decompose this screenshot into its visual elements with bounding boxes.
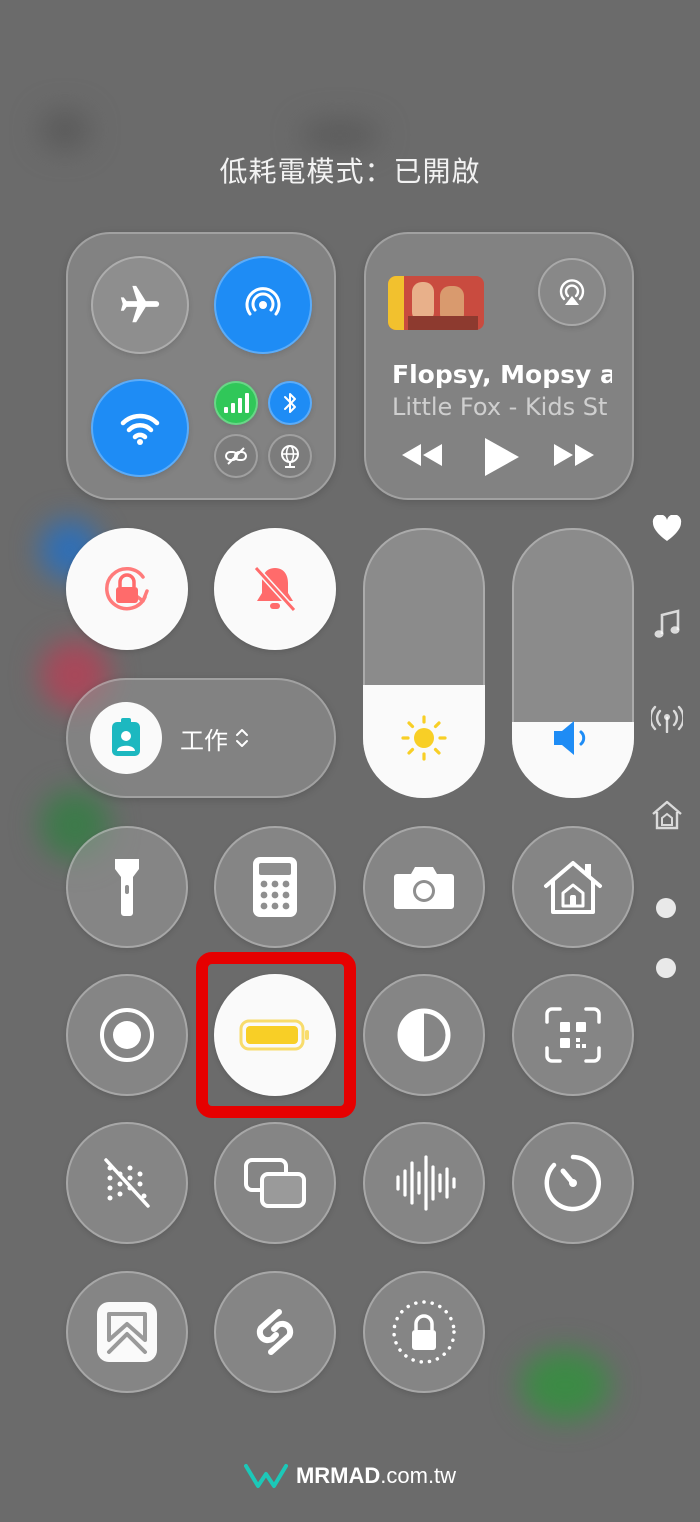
silent-mode-button[interactable]: [214, 528, 336, 650]
shazam-icon: [256, 1309, 294, 1355]
waveform-icon: [396, 1155, 456, 1211]
fast-forward-button[interactable]: [552, 440, 596, 470]
track-artist: Little Fox - Kids St: [392, 393, 608, 421]
low-power-status: 低耗電模式：已開啟: [219, 155, 481, 188]
globe-icon: [281, 445, 299, 468]
favorites-page-button[interactable]: [650, 512, 684, 546]
calculator-icon: [253, 857, 297, 917]
bluetooth-button[interactable]: [268, 381, 312, 425]
speaker-icon: [550, 718, 596, 758]
volume-slider[interactable]: [512, 528, 634, 798]
focus-button[interactable]: 工作: [66, 678, 336, 798]
airplane-mode-button[interactable]: [91, 256, 189, 354]
camera-icon: [394, 867, 454, 909]
airplay-icon: [559, 279, 585, 305]
personal-hotspot-button[interactable]: [214, 434, 258, 478]
screen-recording-button[interactable]: [66, 974, 188, 1096]
hearing-off-icon: [104, 1158, 150, 1208]
track-title: Flopsy, Mopsy an: [392, 360, 612, 389]
link-off-icon: [225, 447, 247, 465]
connectivity-page-button[interactable]: [650, 702, 684, 736]
app-shortcut-icon: [97, 1302, 157, 1362]
fast-forward-icon: [554, 444, 594, 466]
vpn-button[interactable]: [268, 434, 312, 478]
focus-mode-label: 工作: [180, 726, 228, 755]
brightness-slider[interactable]: [363, 528, 485, 798]
stage-manager-button[interactable]: [214, 1122, 336, 1244]
voice-memos-button[interactable]: [363, 1122, 485, 1244]
record-icon: [100, 1008, 154, 1062]
calculator-button[interactable]: [214, 826, 336, 948]
flashlight-button[interactable]: [66, 826, 188, 948]
home-page-button[interactable]: [650, 798, 684, 832]
focus-icon-circle: [90, 702, 162, 774]
rewind-icon: [402, 444, 442, 466]
bluetooth-icon: [284, 393, 296, 413]
wifi-icon: [120, 413, 160, 445]
rotation-lock-icon: [105, 566, 149, 611]
airdrop-button[interactable]: [214, 256, 312, 354]
hearing-aids-button[interactable]: [66, 1122, 188, 1244]
lock-icon: [392, 1300, 456, 1364]
windows-icon: [244, 1158, 306, 1208]
shazam-button[interactable]: [214, 1271, 336, 1393]
airdrop-icon: [245, 287, 281, 316]
antenna-icon: [651, 705, 683, 733]
id-badge-icon: [112, 718, 140, 756]
music-note-icon: [654, 609, 680, 638]
heart-icon: [652, 515, 682, 541]
highlight-box: [196, 952, 356, 1118]
page-dot[interactable]: [656, 958, 676, 978]
music-page-button[interactable]: [650, 608, 684, 642]
focus-chevron-icon: [234, 726, 250, 750]
lock-screen-button[interactable]: [363, 1271, 485, 1393]
timer-button[interactable]: [512, 1122, 634, 1244]
watermark-text: MRMAD.com.tw: [295, 1463, 457, 1488]
code-scanner-button[interactable]: [512, 974, 634, 1096]
mrmad-logo-icon: [243, 1464, 288, 1488]
rewind-button[interactable]: [400, 440, 444, 470]
orientation-lock-button[interactable]: [66, 528, 188, 650]
remote-bookmark-button[interactable]: [66, 1271, 188, 1393]
wifi-button[interactable]: [91, 379, 189, 477]
album-artwork: [388, 276, 484, 330]
cellular-signal-icon: [224, 393, 249, 413]
page-dot[interactable]: [656, 898, 676, 918]
camera-button[interactable]: [363, 826, 485, 948]
home-icon: [544, 861, 602, 914]
airplay-button[interactable]: [538, 258, 606, 326]
watermark: MRMAD.com.tw: [0, 1462, 700, 1490]
sun-icon: [400, 714, 448, 762]
dark-mode-button[interactable]: [363, 974, 485, 1096]
airplane-icon: [120, 285, 160, 323]
flashlight-icon: [115, 859, 139, 916]
qr-scanner-icon: [545, 1007, 601, 1063]
home-icon: [652, 800, 682, 830]
home-button[interactable]: [512, 826, 634, 948]
cellular-button[interactable]: [214, 381, 258, 425]
timer-icon: [544, 1154, 601, 1212]
play-icon: [485, 438, 519, 476]
bell-slash-icon: [253, 565, 297, 613]
contrast-icon: [397, 1008, 451, 1062]
play-button[interactable]: [481, 436, 521, 478]
